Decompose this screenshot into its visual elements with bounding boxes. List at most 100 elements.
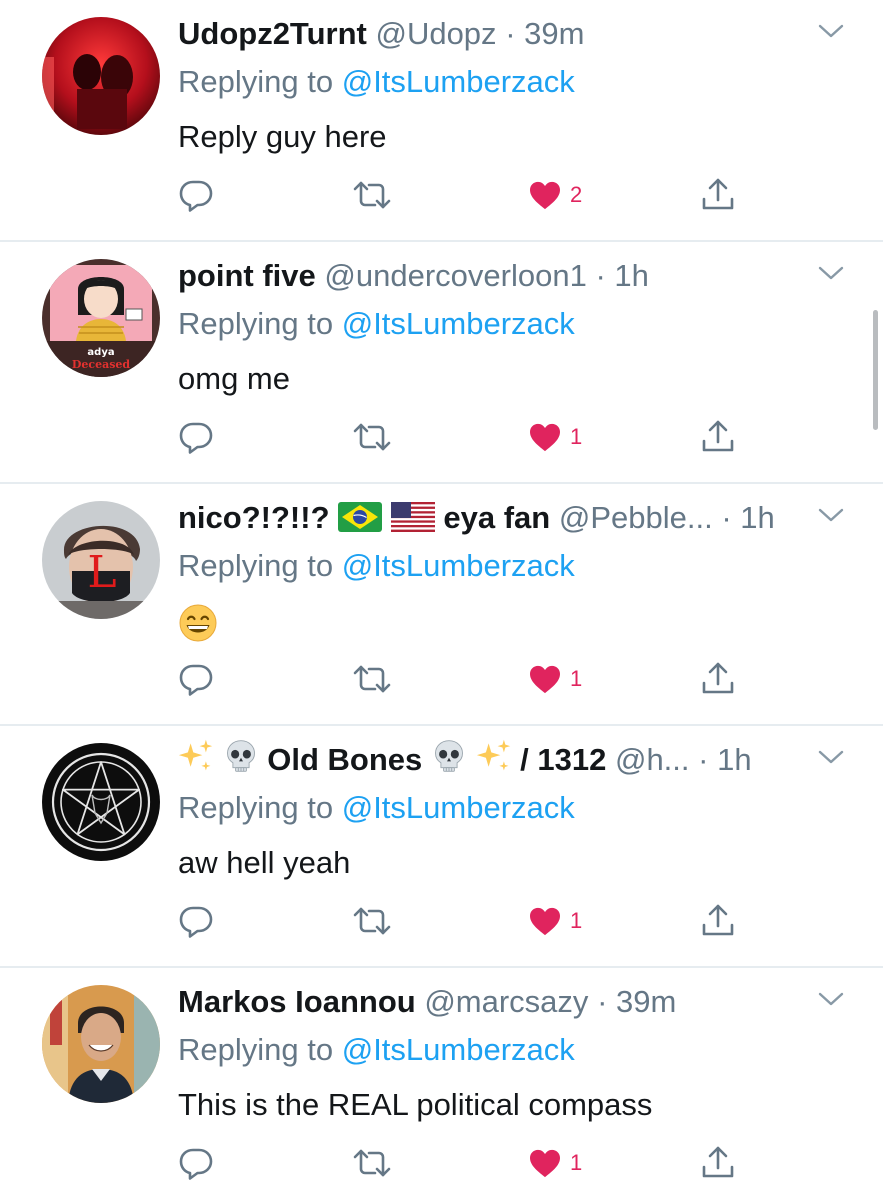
replying-label: Replying to [178,64,334,99]
avatar[interactable]: L [42,501,160,619]
sparkles-icon [476,738,512,774]
replying-label: Replying to [178,790,334,825]
reply-button[interactable] [178,656,214,702]
retweet-button[interactable] [352,656,392,702]
display-name-suffix[interactable]: eya fan [443,500,550,535]
display-name[interactable]: nico?!?!!? [178,500,330,535]
avatar[interactable]: adya Deceased [42,259,160,377]
grinning-face-emoji-icon [178,603,218,643]
retweet-icon [352,661,392,697]
tweet-actions: 2 [178,172,758,218]
reply-icon [178,1145,214,1181]
mention-link[interactable]: @ItsLumberzack [342,1032,575,1067]
separator-dot: · [721,500,732,535]
display-name[interactable]: point five [178,258,316,293]
user-handle[interactable]: @undercoverloon1 [324,258,586,293]
avatar[interactable] [42,17,160,135]
tweet-actions: 1 [178,414,758,460]
heart-icon [528,664,562,694]
chevron-down-icon[interactable] [817,748,845,766]
share-button[interactable] [700,414,736,460]
scrollbar[interactable] [873,310,878,430]
brazil-flag-icon [338,502,382,532]
replying-to: Replying to @ItsLumberzack [178,544,575,588]
user-handle[interactable]: @Udopz [375,16,496,51]
tweet[interactable]: adya Deceased point five @undercoverloon… [0,242,883,484]
retweet-icon [352,1145,392,1181]
display-name[interactable]: Udopz2Turnt [178,16,367,51]
skull-icon [223,738,259,774]
reply-button[interactable] [178,898,214,944]
reply-icon [178,419,214,455]
avatar-caption-red: Deceased [72,358,131,371]
display-name[interactable]: Old Bones [267,742,422,777]
timestamp[interactable]: 39m [524,16,584,51]
like-count: 1 [570,666,583,691]
tweet-text: aw hell yeah [178,845,351,880]
share-icon [700,1145,736,1181]
timestamp[interactable]: 39m [616,984,676,1019]
chevron-down-icon[interactable] [817,264,845,282]
retweet-button[interactable] [352,414,392,460]
mention-link[interactable]: @ItsLumberzack [342,548,575,583]
reply-button[interactable] [178,1140,214,1186]
tweet-header: Markos Ioannou @marcsazy · 39m [178,980,813,1024]
replying-to: Replying to @ItsLumberzack [178,1028,575,1072]
tweet[interactable]: Old Bones / 1312 @h... · 1h Replying to … [0,726,883,968]
share-button[interactable] [700,656,736,702]
tweet-text: Reply guy here [178,119,387,154]
like-button[interactable]: 1 [528,414,582,460]
replying-label: Replying to [178,306,334,341]
display-name-suffix[interactable]: / 1312 [520,742,606,777]
reply-feed: Udopz2Turnt @Udopz · 39m Replying to @It… [0,0,883,1200]
like-count: 1 [570,424,583,449]
like-count: 1 [570,1150,583,1175]
reply-icon [178,903,214,939]
like-count: 2 [570,182,583,207]
like-button[interactable]: 1 [528,1140,582,1186]
share-icon [700,903,736,939]
tweet[interactable]: Udopz2Turnt @Udopz · 39m Replying to @It… [0,0,883,242]
reply-button[interactable] [178,414,214,460]
retweet-button[interactable] [352,1140,392,1186]
timestamp[interactable]: 1h [614,258,648,293]
share-button[interactable] [700,172,736,218]
tweet-header: Udopz2Turnt @Udopz · 39m [178,12,813,56]
retweet-button[interactable] [352,172,392,218]
reply-icon [178,661,214,697]
user-handle[interactable]: @h... [615,742,690,777]
tweet-actions: 1 [178,1140,758,1186]
chevron-down-icon[interactable] [817,22,845,40]
mention-link[interactable]: @ItsLumberzack [342,790,575,825]
chevron-down-icon[interactable] [817,506,845,524]
like-button[interactable]: 1 [528,656,582,702]
tweet[interactable]: L nico?!?!!? eya fan @Pebble... · 1h Rep… [0,484,883,726]
avatar[interactable] [42,743,160,861]
like-button[interactable]: 1 [528,898,582,944]
mention-link[interactable]: @ItsLumberzack [342,64,575,99]
tweet-actions: 1 [178,898,758,944]
reply-button[interactable] [178,172,214,218]
retweet-icon [352,903,392,939]
share-button[interactable] [700,898,736,944]
tweet-header: Old Bones / 1312 @h... · 1h [178,738,813,782]
mention-link[interactable]: @ItsLumberzack [342,306,575,341]
tweet-actions: 1 [178,656,758,702]
share-button[interactable] [700,1140,736,1186]
retweet-icon [352,419,392,455]
separator-dot: · [597,984,608,1019]
avatar[interactable] [42,985,160,1103]
chevron-down-icon[interactable] [817,990,845,1008]
retweet-button[interactable] [352,898,392,944]
user-handle[interactable]: @marcsazy [424,984,588,1019]
timestamp[interactable]: 1h [740,500,774,535]
heart-icon [528,1148,562,1178]
timestamp[interactable]: 1h [717,742,751,777]
separator-dot: · [698,742,709,777]
user-handle[interactable]: @Pebble... [559,500,713,535]
display-name[interactable]: Markos Ioannou [178,984,416,1019]
like-button[interactable]: 2 [528,172,582,218]
tweet-text: omg me [178,361,290,396]
replying-to: Replying to @ItsLumberzack [178,786,575,830]
tweet[interactable]: Markos Ioannou @marcsazy · 39m Replying … [0,968,883,1200]
